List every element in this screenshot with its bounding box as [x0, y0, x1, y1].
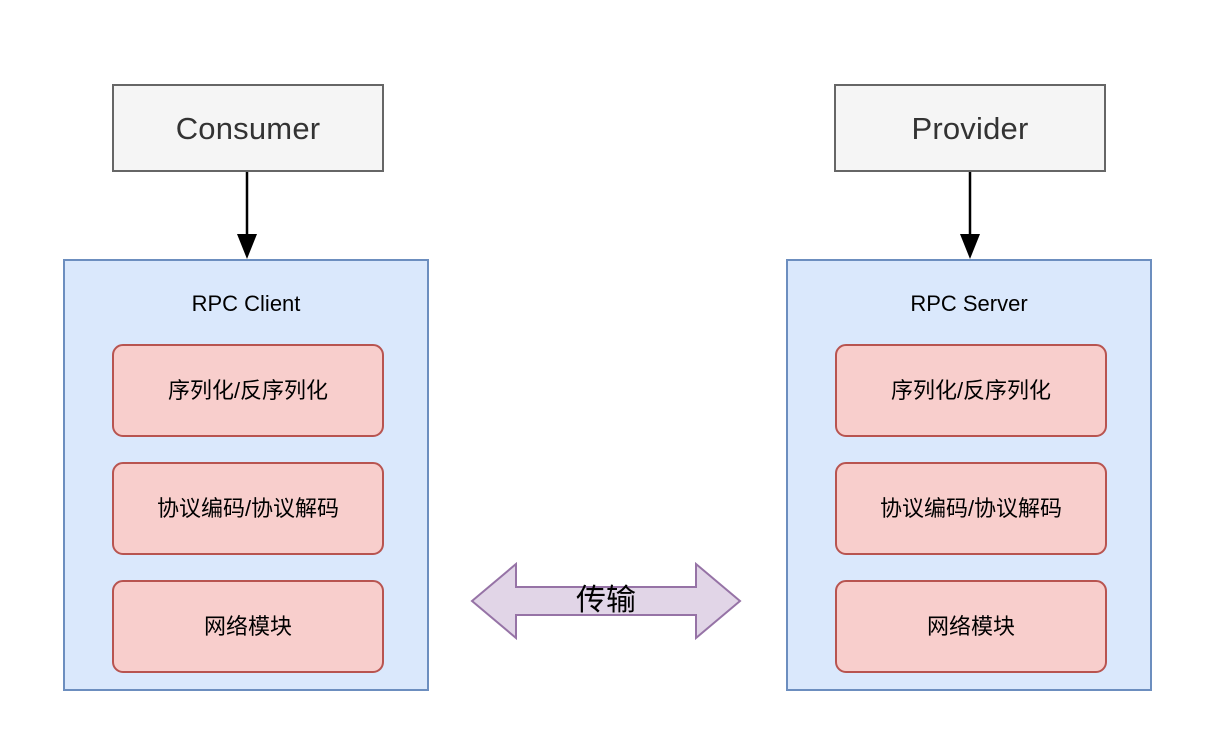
server-module-network[interactable]: 网络模块	[835, 580, 1107, 673]
consumer-box[interactable]: Consumer	[112, 84, 384, 172]
rpc-server-title: RPC Server	[910, 291, 1028, 316]
server-module-serialization-label: 序列化/反序列化	[890, 377, 1052, 403]
rpc-client-container[interactable]: RPC Client 序列化/反序列化 协议编码/协议解码 网络模块	[63, 259, 429, 691]
rpc-client-title: RPC Client	[191, 291, 301, 316]
server-module-protocol-codec[interactable]: 协议编码/协议解码	[835, 462, 1107, 555]
client-module-network[interactable]: 网络模块	[112, 580, 384, 673]
client-module-protocol-codec[interactable]: 协议编码/协议解码	[112, 462, 384, 555]
consumer-label: Consumer	[175, 110, 321, 146]
server-module-serialization[interactable]: 序列化/反序列化	[835, 344, 1107, 437]
diagram-canvas: Consumer RPC Client 序列化/反序列化 协议编码/协议解码 网…	[0, 0, 1230, 744]
provider-label: Provider	[911, 110, 1029, 146]
client-module-protocol-codec-label: 协议编码/协议解码	[156, 495, 340, 521]
server-module-protocol-codec-label: 协议编码/协议解码	[879, 495, 1063, 521]
provider-to-server-arrow	[960, 172, 980, 259]
consumer-to-client-arrow	[237, 172, 257, 259]
client-module-serialization-label: 序列化/反序列化	[167, 377, 329, 403]
transport-double-arrow-icon	[470, 562, 742, 640]
client-module-serialization[interactable]: 序列化/反序列化	[112, 344, 384, 437]
provider-box[interactable]: Provider	[834, 84, 1106, 172]
rpc-server-container[interactable]: RPC Server 序列化/反序列化 协议编码/协议解码 网络模块	[786, 259, 1152, 691]
server-module-network-label: 网络模块	[926, 613, 1015, 639]
client-module-network-label: 网络模块	[203, 613, 292, 639]
